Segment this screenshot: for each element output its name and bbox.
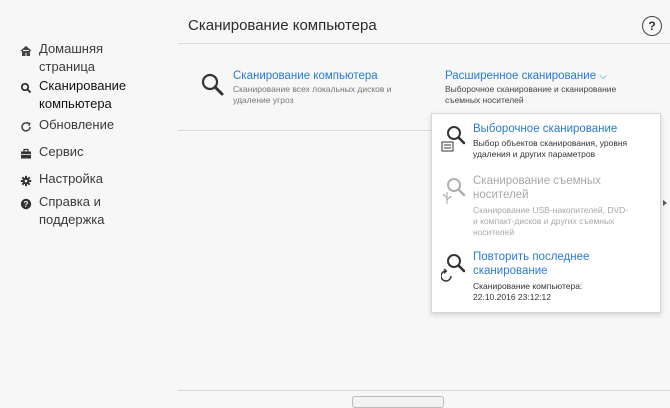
chevron-right-icon: [663, 200, 667, 206]
full-scan-block[interactable]: Сканирование компьютера Сканирование все…: [233, 70, 413, 106]
bottom-action-button[interactable]: [352, 396, 444, 408]
advanced-scan-menu: Выборочное сканирование Выбор объектов с…: [431, 113, 661, 313]
sidebar-item-label: Домашняя страница: [39, 41, 104, 74]
advanced-scan-dropdown[interactable]: Расширенное сканирование ⌵: [445, 70, 655, 82]
help-button[interactable]: ?: [642, 16, 662, 36]
desc-line: Сканирование всех локальных дисков и: [233, 84, 392, 94]
sidebar-item-label: Сервис: [39, 144, 84, 159]
menu-item-repeat-last-scan[interactable]: Повторить последнее сканирование Сканиро…: [432, 250, 660, 308]
page-title: Сканирование компьютера: [188, 17, 377, 34]
menu-item-custom-scan[interactable]: Выборочное сканирование Выбор объектов с…: [432, 122, 660, 172]
subtitle-line: 22.10.2016 23:12:12: [473, 292, 551, 302]
menu-item-removable-scan[interactable]: Сканирование съемных носителей Сканирова…: [432, 174, 660, 250]
advanced-scan-label: Расширенное сканирование: [445, 70, 597, 82]
menu-item-subtitle: Сканирование компьютера: 22.10.2016 23:1…: [473, 281, 653, 303]
title-line: Повторить последнее: [473, 251, 590, 263]
sidebar-item-settings[interactable]: Настройка: [18, 170, 159, 189]
section-divider: [178, 130, 438, 131]
subtitle-line: Сканирование компьютера:: [473, 281, 583, 291]
subtitle-line: носителей: [473, 227, 515, 237]
menu-item-text: Повторить последнее сканирование Сканиро…: [473, 250, 653, 303]
menu-item-text: Сканирование съемных носителей Сканирова…: [473, 174, 653, 238]
advanced-scan-description: Выборочное сканирование и сканирование с…: [445, 84, 655, 106]
subtitle-line: Выбор объектов сканирования, уровня: [473, 138, 628, 148]
menu-item-text: Выборочное сканирование Выбор объектов с…: [473, 122, 653, 160]
sidebar-item-label: Сканирование компьютера: [39, 78, 127, 111]
menu-item-subtitle: Сканирование USB-накопителей, DVD- и ком…: [473, 205, 653, 238]
title-line: Сканирование съемных: [473, 175, 601, 187]
custom-scan-icon: [441, 124, 467, 159]
menu-item-subtitle: Выбор объектов сканирования, уровня удал…: [473, 138, 653, 160]
gear-icon: [18, 173, 34, 189]
sidebar-item-home[interactable]: Домашняя страница: [18, 40, 159, 76]
title-line: носителей: [473, 189, 529, 201]
footer-divider: [178, 390, 670, 391]
full-scan-description: Сканирование всех локальных дисков и уда…: [233, 84, 413, 106]
svg-text:?: ?: [24, 200, 29, 209]
subtitle-line: удаления и других параметров: [473, 149, 596, 159]
sidebar-item-label: Справка и поддержка: [39, 194, 105, 227]
desc-line: Выборочное сканирование и сканирование: [445, 84, 617, 94]
sidebar-item-label: Настройка: [39, 171, 103, 186]
menu-item-title: Сканирование съемных носителей: [473, 174, 653, 202]
magnifier-icon: [200, 72, 226, 103]
full-scan-link[interactable]: Сканирование компьютера: [233, 70, 413, 82]
search-icon: [18, 80, 34, 96]
sidebar: Домашняя страница Сканирование компьютер…: [0, 0, 178, 400]
desc-line: удаление угроз: [233, 95, 294, 105]
menu-item-title: Повторить последнее сканирование: [473, 250, 653, 278]
chevron-down-icon: ⌵: [599, 71, 607, 82]
usb-scan-icon: [441, 176, 467, 211]
sidebar-item-help[interactable]: ? Справка и поддержка: [18, 193, 159, 229]
sidebar-item-scan[interactable]: Сканирование компьютера: [18, 77, 159, 113]
home-icon: [18, 43, 34, 59]
title-line: сканирование: [473, 265, 548, 277]
briefcase-icon: [18, 146, 34, 162]
menu-item-title: Выборочное сканирование: [473, 123, 618, 135]
desc-line: съемных носителей: [445, 95, 524, 105]
sidebar-item-service[interactable]: Сервис: [18, 143, 159, 162]
repeat-scan-icon: [440, 252, 467, 287]
advanced-scan-block[interactable]: Расширенное сканирование ⌵ Выборочное ск…: [445, 70, 655, 106]
subtitle-line: Сканирование USB-накопителей, DVD-: [473, 205, 629, 215]
subtitle-line: и компакт-дисков и других съемных: [473, 216, 615, 226]
sidebar-item-label: Обновление: [39, 117, 115, 132]
help-circle-icon: ?: [18, 196, 34, 212]
sidebar-item-update[interactable]: Обновление: [18, 116, 159, 135]
header-divider: [178, 43, 670, 44]
refresh-icon: [18, 119, 34, 135]
